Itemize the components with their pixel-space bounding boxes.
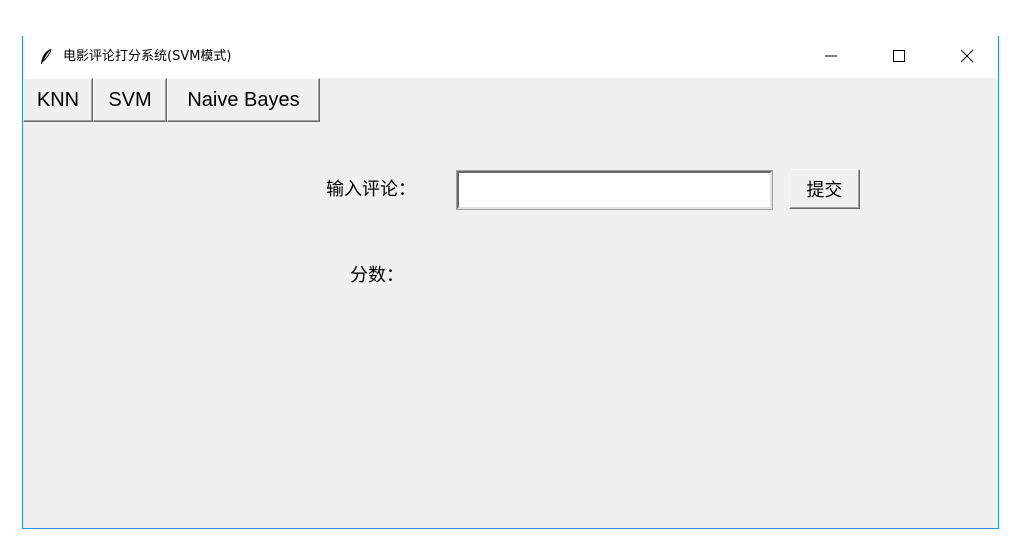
review-label: 输入评论： xyxy=(326,179,416,200)
minimize-button[interactable] xyxy=(808,36,854,78)
close-icon xyxy=(960,48,974,67)
feather-icon xyxy=(39,48,53,66)
window-title: 电影评论打分系统(SVM模式) xyxy=(63,49,232,64)
maximize-icon xyxy=(892,48,906,67)
svm-button[interactable]: SVM xyxy=(93,78,167,122)
minimize-icon xyxy=(824,48,838,67)
naive-bayes-button[interactable]: Naive Bayes xyxy=(167,78,320,122)
close-button[interactable] xyxy=(944,36,990,78)
mode-tab-bar: KNN SVM Naive Bayes xyxy=(23,78,320,123)
maximize-button[interactable] xyxy=(876,36,922,78)
title-bar[interactable]: 电影评论打分系统(SVM模式) xyxy=(23,36,998,78)
review-input[interactable] xyxy=(456,170,773,210)
score-label: 分数： xyxy=(350,265,404,286)
app-window: 电影评论打分系统(SVM模式) KNN SVM Naive Bayes 输入评论… xyxy=(22,36,999,529)
knn-button[interactable]: KNN xyxy=(23,78,93,122)
submit-button[interactable]: 提交 xyxy=(789,169,860,209)
